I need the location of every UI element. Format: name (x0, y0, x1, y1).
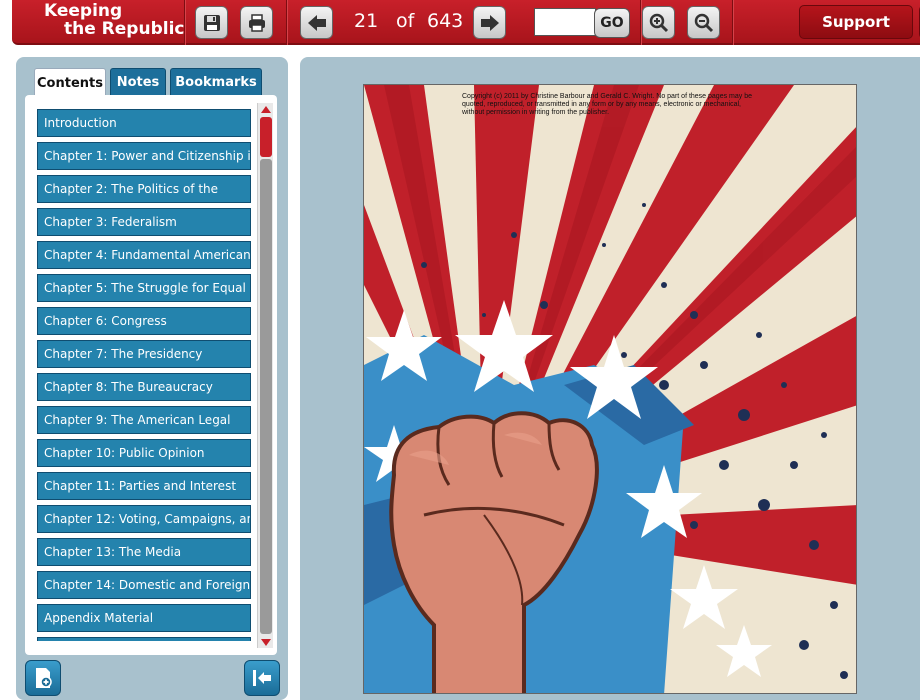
cover-illustration (364, 85, 856, 693)
table-of-contents-panel: Introduction Chapter 1: Power and Citize… (25, 95, 277, 655)
toc-item-chapter-5[interactable]: Chapter 5: The Struggle for Equal (37, 274, 251, 302)
sidebar: Contents Notes Bookmarks Introduction Ch… (16, 57, 288, 700)
prev-page-icon (307, 14, 326, 31)
toc-item-chapter-11[interactable]: Chapter 11: Parties and Interest (37, 472, 251, 500)
zoom-out-icon (694, 13, 713, 32)
toc-item-appendix[interactable]: Appendix Material (37, 604, 251, 632)
toc-scrollbar[interactable] (257, 103, 273, 648)
zoom-in-button[interactable] (642, 6, 675, 39)
page-of-label: of (396, 10, 415, 32)
book-page[interactable]: Copyright (c) 2011 by Christine Barbour … (363, 84, 857, 694)
scroll-up-arrow-icon (261, 105, 271, 113)
toc-item-chapter-1[interactable]: Chapter 1: Power and Citizenship in (37, 142, 251, 170)
toolbar-divider (286, 0, 287, 45)
logo-line1: Keeping (44, 1, 123, 21)
tab-notes[interactable]: Notes (110, 68, 166, 96)
zoom-in-icon (649, 13, 668, 32)
next-page-icon (480, 14, 499, 31)
scroll-track[interactable] (260, 159, 272, 634)
logo-line2: the Republic (64, 19, 185, 39)
toc-item-chapter-8[interactable]: Chapter 8: The Bureaucracy (37, 373, 251, 401)
app-logo: Keeping the Republic (44, 2, 184, 38)
toc-item-chapter-2[interactable]: Chapter 2: The Politics of the (37, 175, 251, 203)
toc-list: Introduction Chapter 1: Power and Citize… (37, 109, 252, 641)
save-icon (203, 14, 220, 31)
toolbar-divider (640, 0, 641, 45)
print-button[interactable] (240, 6, 273, 39)
toc-item-chapter-14[interactable]: Chapter 14: Domestic and Foreign (37, 571, 251, 599)
page-viewer: Copyright (c) 2011 by Christine Barbour … (300, 57, 920, 700)
toolbar-divider (184, 0, 185, 45)
toc-item-chapter-12[interactable]: Chapter 12: Voting, Campaigns, and (37, 505, 251, 533)
support-button[interactable]: Support (799, 5, 913, 39)
next-page-button[interactable] (473, 6, 506, 39)
toc-item-chapter-10[interactable]: Chapter 10: Public Opinion (37, 439, 251, 467)
app-window: Keeping the Republic 21 of 643 GO Suppor… (0, 0, 920, 700)
collapse-sidebar-icon (253, 670, 271, 686)
toc-item-chapter-13[interactable]: Chapter 13: The Media (37, 538, 251, 566)
total-pages: 643 (427, 10, 464, 32)
go-button[interactable]: GO (594, 8, 630, 38)
toc-item-partial[interactable] (37, 637, 251, 641)
print-icon (248, 13, 265, 32)
top-toolbar: Keeping the Republic 21 of 643 GO Suppor… (12, 0, 920, 45)
toolbar-divider (732, 0, 733, 45)
add-bookmark-button[interactable] (25, 660, 61, 696)
zoom-out-button[interactable] (687, 6, 720, 39)
page-number-input[interactable] (534, 8, 596, 36)
scroll-up-button[interactable] (258, 103, 274, 115)
previous-page-button[interactable] (300, 6, 333, 39)
toc-item-introduction[interactable]: Introduction (37, 109, 251, 137)
toc-item-chapter-4[interactable]: Chapter 4: Fundamental American (37, 241, 251, 269)
scroll-down-arrow-icon (261, 638, 271, 646)
scroll-thumb[interactable] (260, 117, 272, 157)
save-button[interactable] (195, 6, 228, 39)
toc-item-chapter-9[interactable]: Chapter 9: The American Legal (37, 406, 251, 434)
toc-item-chapter-3[interactable]: Chapter 3: Federalism (37, 208, 251, 236)
scroll-down-button[interactable] (258, 636, 274, 648)
toc-item-chapter-6[interactable]: Chapter 6: Congress (37, 307, 251, 335)
current-page-number: 21 (354, 10, 379, 32)
copyright-notice: Copyright (c) 2011 by Christine Barbour … (462, 93, 752, 116)
tab-contents[interactable]: Contents (34, 68, 106, 97)
tab-bookmarks[interactable]: Bookmarks (170, 68, 262, 96)
collapse-sidebar-button[interactable] (244, 660, 280, 696)
toc-item-chapter-7[interactable]: Chapter 7: The Presidency (37, 340, 251, 368)
add-bookmark-icon (36, 668, 52, 688)
